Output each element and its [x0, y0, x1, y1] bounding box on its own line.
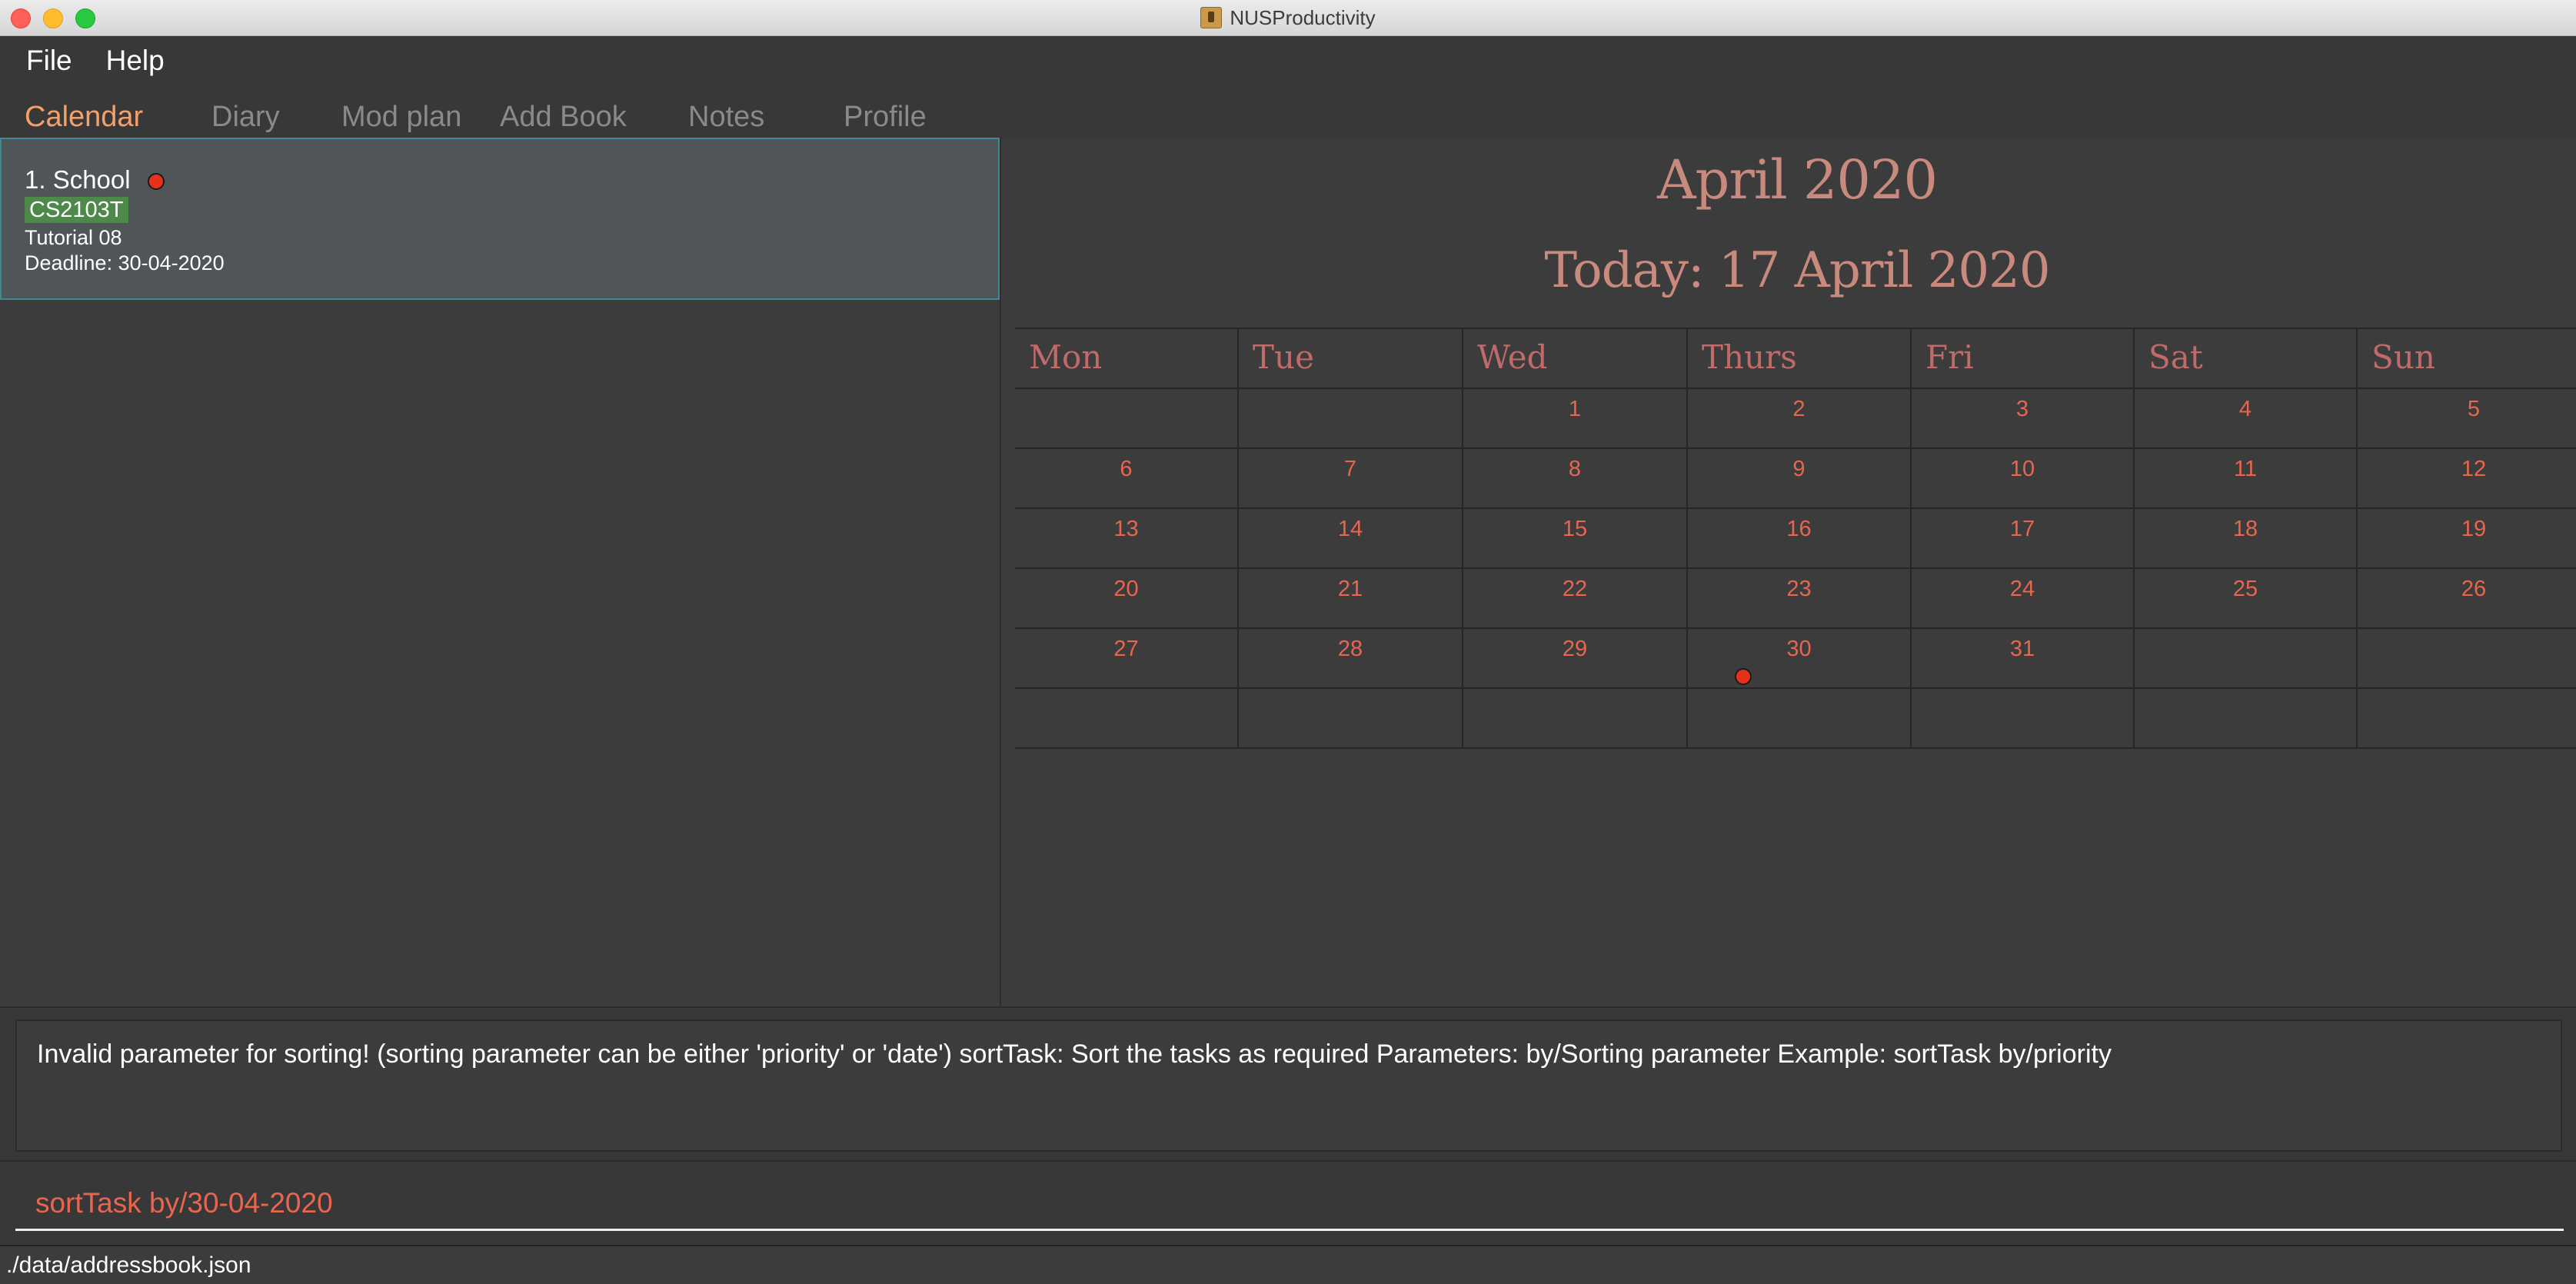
calendar-day-cell[interactable]: 16 [1688, 509, 1912, 569]
status-bar: ./data/addressbook.json [0, 1245, 2576, 1284]
calendar-day-cell[interactable]: 6 [1015, 449, 1239, 509]
calendar-day-cell[interactable]: 14 [1239, 509, 1463, 569]
calendar-panel: April 2020 Today: 17 April 2020 Mon Tue We… [1001, 138, 2576, 1006]
calendar-day-cell[interactable]: 18 [2135, 509, 2358, 569]
calendar-day-cell[interactable] [2135, 629, 2358, 689]
calendar-day-cell[interactable]: 24 [1912, 569, 2135, 629]
calendar-day-cell[interactable] [1463, 689, 1688, 749]
calendar-today-label: Today: 17 April 2020 [1544, 242, 2050, 299]
calendar-day-cell[interactable] [2358, 689, 2576, 749]
calendar-day-cell[interactable] [1688, 689, 1912, 749]
calendar-day-cell[interactable]: 7 [1239, 449, 1463, 509]
module-tag: CS2103T [25, 197, 128, 223]
calendar-day-cell[interactable]: 29 [1463, 629, 1688, 689]
calendar-day-cell[interactable]: 12 [2358, 449, 2576, 509]
menu-bar: File Help [0, 36, 2576, 85]
tab-calendar[interactable]: Calendar [25, 101, 143, 134]
calendar-day-cell[interactable]: 28 [1239, 629, 1463, 689]
app-icon [1200, 7, 1223, 28]
weekday-header: Tue [1239, 329, 1463, 389]
calendar-month-title: April 2020 [1657, 148, 1938, 211]
tab-mod-plan[interactable]: Mod plan [341, 101, 461, 134]
calendar-day-cell[interactable]: 19 [2358, 509, 2576, 569]
calendar-day-cell[interactable] [1015, 389, 1239, 449]
tab-bar: Calendar Diary Mod plan Add Book Notes P… [0, 85, 2576, 138]
calendar-day-cell[interactable]: 8 [1463, 449, 1688, 509]
result-message: Invalid parameter for sorting! (sorting … [37, 1040, 2112, 1069]
command-input[interactable] [15, 1177, 2564, 1231]
calendar-day-cell[interactable]: 20 [1015, 569, 1239, 629]
calendar-day-cell[interactable] [1239, 389, 1463, 449]
close-window-button[interactable] [11, 8, 31, 28]
calendar-day-cell[interactable]: 10 [1912, 449, 2135, 509]
menu-file[interactable]: File [26, 45, 72, 77]
window-title-bar: NUSProductivity [0, 0, 2576, 36]
tab-add-book[interactable]: Add Book [500, 101, 627, 134]
command-box-area [0, 1160, 2576, 1246]
calendar-grid: Mon Tue Wed Thurs Fri Sat Sun 1 2 3 4 5 6 7 8 9 10 11 12 13… [1015, 328, 2576, 749]
task-title: 1. School [25, 165, 131, 194]
calendar-day-cell[interactable]: 9 [1688, 449, 1912, 509]
weekday-header: Wed [1463, 329, 1688, 389]
calendar-day-cell[interactable]: 11 [2135, 449, 2358, 509]
window-controls [11, 8, 95, 28]
result-display-box: Invalid parameter for sorting! (sorting … [15, 1020, 2562, 1152]
calendar-day-cell[interactable]: 22 [1463, 569, 1688, 629]
weekday-header: Sat [2135, 329, 2358, 389]
task-list-panel: 1. School CS2103T Tutorial 08 Deadline: … [0, 138, 1001, 1006]
task-card[interactable]: 1. School CS2103T Tutorial 08 Deadline: … [0, 138, 1000, 300]
calendar-day-cell[interactable]: 1 [1463, 389, 1688, 449]
weekday-header: Thurs [1688, 329, 1912, 389]
calendar-day-cell[interactable]: 26 [2358, 569, 2576, 629]
minimize-window-button[interactable] [43, 8, 63, 28]
priority-dot-icon [148, 173, 165, 190]
calendar-day-cell[interactable]: 4 [2135, 389, 2358, 449]
calendar-day-cell[interactable]: 27 [1015, 629, 1239, 689]
calendar-day-cell[interactable]: 5 [2358, 389, 2576, 449]
tab-profile[interactable]: Profile [844, 101, 927, 134]
result-display-area: Invalid parameter for sorting! (sorting … [0, 1006, 2576, 1162]
task-deadline: Deadline: 30-04-2020 [25, 251, 225, 274]
tab-notes[interactable]: Notes [688, 101, 764, 134]
weekday-header: Sun [2358, 329, 2576, 389]
calendar-day-cell[interactable] [1015, 689, 1239, 749]
calendar-day-cell[interactable]: 15 [1463, 509, 1688, 569]
task-description: Tutorial 08 [25, 226, 122, 249]
weekday-header: Mon [1015, 329, 1239, 389]
calendar-day-cell[interactable] [1239, 689, 1463, 749]
calendar-day-cell[interactable]: 13 [1015, 509, 1239, 569]
calendar-day-cell[interactable]: 17 [1912, 509, 2135, 569]
calendar-day-cell[interactable]: 21 [1239, 569, 1463, 629]
calendar-day-cell[interactable] [2135, 689, 2358, 749]
calendar-day-cell[interactable]: 23 [1688, 569, 1912, 629]
calendar-day-cell[interactable] [2358, 629, 2576, 689]
calendar-day-cell[interactable]: 30 [1688, 629, 1912, 689]
window-title: NUSProductivity [1200, 5, 1376, 30]
calendar-day-cell[interactable]: 25 [2135, 569, 2358, 629]
calendar-day-cell[interactable] [1912, 689, 2135, 749]
tab-diary[interactable]: Diary [211, 101, 280, 134]
window-title-text: NUSProductivity [1230, 5, 1376, 29]
menu-help[interactable]: Help [106, 45, 165, 77]
calendar-day-cell[interactable]: 2 [1688, 389, 1912, 449]
weekday-header: Fri [1912, 329, 2135, 389]
calendar-day-cell[interactable]: 31 [1912, 629, 2135, 689]
maximize-window-button[interactable] [75, 8, 95, 28]
calendar-day-cell[interactable]: 3 [1912, 389, 2135, 449]
save-location-path: ./data/addressbook.json [6, 1252, 251, 1278]
